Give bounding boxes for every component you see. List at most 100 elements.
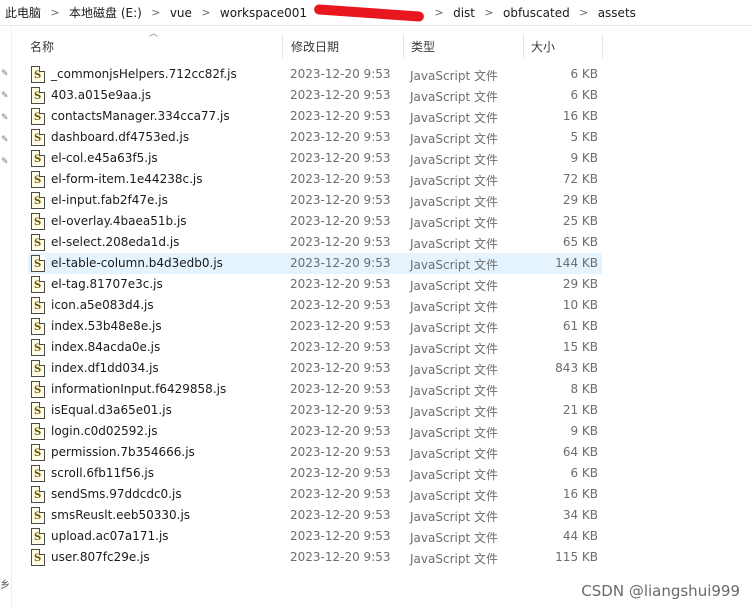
file-modified-date: 2023-12-20 9:53	[290, 319, 391, 333]
file-name: el-overlay.4baea51b.js	[51, 214, 187, 228]
watermark: CSDN @liangshui999	[581, 582, 740, 600]
file-row[interactable]: S 403.a015e9aa.js 2023-12-20 9:53 JavaScrip…	[28, 85, 602, 106]
file-size: 144 KB	[555, 256, 598, 270]
file-row[interactable]: Sel-tag.81707e3c.js 2023-12-20 9:53 JavaSc…	[28, 274, 602, 295]
file-modified-date: 2023-12-20 9:53	[290, 445, 391, 459]
redaction-mark	[313, 3, 425, 22]
javascript-file-icon: S	[31, 339, 45, 356]
column-divider[interactable]	[403, 34, 404, 58]
javascript-file-icon: S	[31, 234, 45, 251]
file-row[interactable]: Sel-overlay.4baea51b.js 2023-12-20 9:53 Ja…	[28, 211, 602, 232]
file-type: JavaScript 文件	[410, 426, 498, 440]
file-type: JavaScript 文件	[410, 405, 498, 419]
column-header-size[interactable]: 大小	[531, 38, 555, 55]
javascript-file-icon: S	[31, 444, 45, 461]
breadcrumb-item-drive-e[interactable]: 本地磁盘 (E:)	[66, 4, 145, 21]
file-size: 21 KB	[562, 403, 598, 417]
file-row[interactable]: Supload.ac07a171.js 2023-12-20 9:53 JavaSc…	[28, 526, 602, 547]
pin-icon[interactable]: ✎	[1, 136, 9, 145]
breadcrumb-item-assets[interactable]: assets	[595, 6, 639, 20]
file-size: 16 KB	[562, 109, 598, 123]
file-row[interactable]: Sscroll.6fb11f56.js 2023-12-20 9:53 JavaSc…	[28, 463, 602, 484]
file-row[interactable]: SisEqual.d3a65e01.js 2023-12-20 9:53 JavaS…	[28, 400, 602, 421]
pin-icon[interactable]: ✎	[1, 158, 9, 167]
chevron-right-icon[interactable]: >	[428, 6, 450, 19]
breadcrumb-item-dist[interactable]: dist	[450, 6, 478, 20]
file-row[interactable]: Spermission.7b354666.js 2023-12-20 9:53 Ja…	[28, 442, 602, 463]
column-divider[interactable]	[523, 34, 524, 58]
column-divider[interactable]	[282, 34, 283, 58]
file-size: 61 KB	[562, 319, 598, 333]
file-row[interactable]: Sel-col.e45a63f5.js 2023-12-20 9:53 JavaSc…	[28, 148, 602, 169]
pin-icon[interactable]: ✎	[1, 92, 9, 101]
breadcrumb-item-workspace[interactable]: workspace001	[217, 6, 310, 20]
file-type: JavaScript 文件	[410, 174, 498, 188]
file-row[interactable]: SsmsReuslt.eeb50330.js 2023-12-20 9:53 Jav…	[28, 505, 602, 526]
file-type: JavaScript 文件	[410, 279, 498, 293]
file-size: 72 KB	[562, 172, 598, 186]
file-modified-date: 2023-12-20 9:53	[290, 529, 391, 543]
file-row[interactable]: Sindex.53b48e8e.js 2023-12-20 9:53 JavaScr…	[28, 316, 602, 337]
file-size: 6 KB	[570, 88, 598, 102]
file-name: el-table-column.b4d3edb0.js	[51, 256, 223, 270]
file-type: JavaScript 文件	[410, 531, 498, 545]
file-row[interactable]: ScontactsManager.334cca77.js 2023-12-20 9…	[28, 106, 602, 127]
chevron-right-icon[interactable]: >	[145, 6, 167, 19]
file-modified-date: 2023-12-20 9:53	[290, 550, 391, 564]
file-type: JavaScript 文件	[410, 510, 498, 524]
file-list: S _commonjsHelpers.712cc82f.js 2023-12-20 …	[28, 64, 602, 568]
file-row[interactable]: SinformationInput.f6429858.js 2023-12-20 …	[28, 379, 602, 400]
javascript-file-icon: S	[31, 87, 45, 104]
file-name: el-tag.81707e3c.js	[51, 277, 163, 291]
file-size: 9 KB	[570, 424, 598, 438]
file-modified-date: 2023-12-20 9:53	[290, 67, 391, 81]
javascript-file-icon: S	[31, 402, 45, 419]
file-type: JavaScript 文件	[410, 300, 498, 314]
file-row[interactable]: Sicon.a5e083d4.js 2023-12-20 9:53 JavaScri…	[28, 295, 602, 316]
file-type: JavaScript 文件	[410, 195, 498, 209]
file-size: 29 KB	[562, 193, 598, 207]
file-row[interactable]: Sel-select.208eda1d.js 2023-12-20 9:53 Jav…	[28, 232, 602, 253]
column-header-date[interactable]: 修改日期	[291, 38, 339, 55]
file-modified-date: 2023-12-20 9:53	[290, 277, 391, 291]
file-modified-date: 2023-12-20 9:53	[290, 487, 391, 501]
file-size: 843 KB	[555, 361, 598, 375]
column-header-type[interactable]: 类型	[411, 38, 435, 55]
pin-icon[interactable]: ✎	[1, 114, 9, 123]
chevron-right-icon[interactable]: >	[195, 6, 217, 19]
file-modified-date: 2023-12-20 9:53	[290, 298, 391, 312]
file-size: 10 KB	[562, 298, 598, 312]
file-type: JavaScript 文件	[410, 90, 498, 104]
file-name: el-input.fab2f47e.js	[51, 193, 168, 207]
file-row[interactable]: Sindex.84acda0e.js 2023-12-20 9:53 JavaScr…	[28, 337, 602, 358]
file-row[interactable]: S _commonjsHelpers.712cc82f.js 2023-12-20 …	[28, 64, 602, 85]
file-row[interactable]: Slogin.c0d02592.js 2023-12-20 9:53 JavaScr…	[28, 421, 602, 442]
column-header-name[interactable]: 名称	[30, 38, 54, 55]
file-name: contactsManager.334cca77.js	[51, 109, 230, 123]
file-row[interactable]: Suser.807fc29e.js 2023-12-20 9:53 JavaScri…	[28, 547, 602, 568]
file-name: login.c0d02592.js	[51, 424, 158, 438]
file-row[interactable]: Sel-input.fab2f47e.js 2023-12-20 9:53 Java…	[28, 190, 602, 211]
file-type: JavaScript 文件	[410, 69, 498, 83]
file-row[interactable]: Sel-table-column.b4d3edb0.js 2023-12-20 9…	[28, 253, 602, 274]
javascript-file-icon: S	[31, 297, 45, 314]
breadcrumb-item-this-pc[interactable]: 此电脑	[2, 4, 44, 21]
chevron-right-icon[interactable]: >	[478, 6, 500, 19]
file-name: index.53b48e8e.js	[51, 319, 162, 333]
file-row[interactable]: SsendSms.97ddcdc0.js 2023-12-20 9:53 JavaS…	[28, 484, 602, 505]
file-name: user.807fc29e.js	[51, 550, 150, 564]
file-row[interactable]: Sdashboard.df4753ed.js 2023-12-20 9:53 Jav…	[28, 127, 602, 148]
file-size: 29 KB	[562, 277, 598, 291]
file-type: JavaScript 文件	[410, 489, 498, 503]
breadcrumb-item-vue[interactable]: vue	[167, 6, 195, 20]
pin-icon[interactable]: ✎	[1, 70, 9, 79]
chevron-right-icon[interactable]: >	[44, 6, 66, 19]
file-size: 115 KB	[555, 550, 598, 564]
column-divider[interactable]	[602, 34, 603, 58]
file-row[interactable]: Sindex.df1dd034.js 2023-12-20 9:53 JavaScr…	[28, 358, 602, 379]
file-modified-date: 2023-12-20 9:53	[290, 193, 391, 207]
file-row[interactable]: Sel-form-item.1e44238c.js 2023-12-20 9:53…	[28, 169, 602, 190]
navigation-pane[interactable]: ✎ ✎ ✎ ✎ ✎ 乡	[0, 26, 12, 608]
chevron-right-icon[interactable]: >	[573, 6, 595, 19]
breadcrumb-item-obfuscated[interactable]: obfuscated	[500, 6, 573, 20]
